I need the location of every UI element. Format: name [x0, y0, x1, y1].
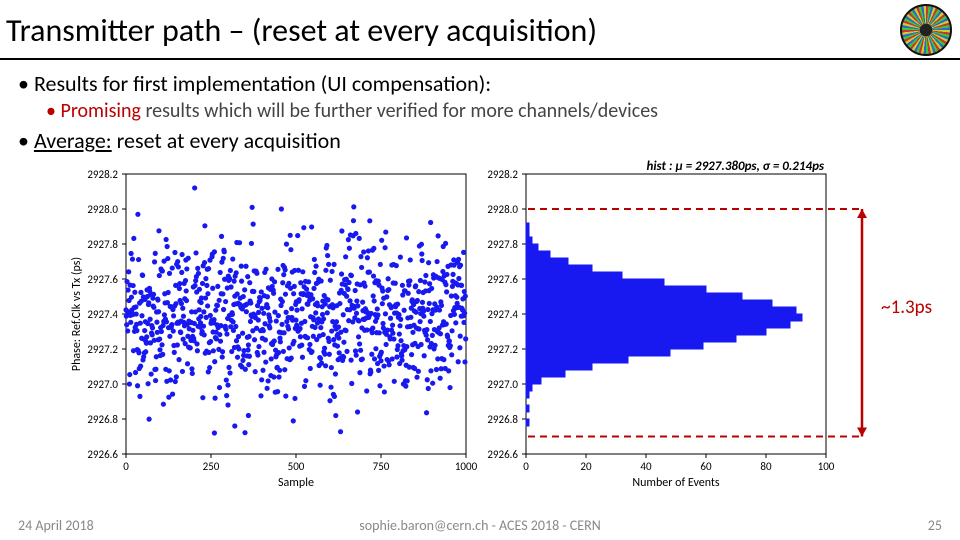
- svg-text:60: 60: [700, 460, 712, 473]
- svg-text:Phase: Ref.Clk vs Tx (ps): Phase: Ref.Clk vs Tx (ps): [70, 257, 84, 371]
- svg-text:2926.8: 2926.8: [87, 413, 118, 426]
- svg-text:2928.2: 2928.2: [87, 168, 118, 181]
- svg-text:2927.4: 2927.4: [87, 308, 118, 321]
- sub-bullet-promising: Promising results which will be further …: [46, 99, 942, 123]
- charts-svg: 2926.6 2926.8 2927.0 2927.2 2927.4 2927.6 2927…: [66, 156, 936, 491]
- bullet-results: Results for first implementation (UI com…: [18, 70, 942, 97]
- svg-text:2928.0: 2928.0: [87, 203, 118, 216]
- svg-text:40: 40: [640, 460, 652, 473]
- svg-text:2926.6: 2926.6: [87, 448, 118, 461]
- svg-text:80: 80: [760, 460, 772, 473]
- svg-text:250: 250: [203, 460, 220, 473]
- svg-text:hist : μ = 2927.380ps, σ = 0.2: hist : μ = 2927.380ps, σ = 0.214ps: [646, 159, 824, 174]
- svg-text:2927.0: 2927.0: [487, 378, 518, 391]
- svg-text:20: 20: [580, 460, 592, 473]
- svg-text:2926.8: 2926.8: [487, 413, 518, 426]
- svg-text:2927.6: 2927.6: [487, 273, 518, 286]
- underlined-word: Average:: [34, 127, 112, 154]
- svg-text:100: 100: [818, 460, 835, 473]
- bullet-average-rest: reset at every acquisition: [112, 127, 341, 154]
- svg-text:2927.6: 2927.6: [87, 273, 118, 286]
- highlight-word: Promising: [60, 99, 140, 123]
- bullet-average: Average: reset at every acquisition: [18, 127, 942, 154]
- span-annotation: ~1.3ps: [881, 296, 932, 319]
- svg-text:2928.2: 2928.2: [487, 168, 518, 181]
- svg-text:2927.8: 2927.8: [487, 238, 518, 251]
- svg-text:2927.0: 2927.0: [87, 378, 118, 391]
- svg-text:2928.0: 2928.0: [487, 203, 518, 216]
- svg-text:Number of Events: Number of Events: [632, 476, 720, 490]
- svg-text:0: 0: [123, 460, 129, 473]
- footer: 24 April 2018 sophie.baron@cern.ch - ACE…: [0, 517, 960, 534]
- svg-text:2926.6: 2926.6: [487, 448, 518, 461]
- footer-mid: sophie.baron@cern.ch - ACES 2018 - CERN: [359, 517, 601, 534]
- chart-area: 2926.6 2926.8 2927.0 2927.2 2927.4 2927.6 2927…: [66, 156, 936, 491]
- svg-text:0: 0: [523, 460, 529, 473]
- svg-text:2927.4: 2927.4: [487, 308, 518, 321]
- svg-text:750: 750: [373, 460, 390, 473]
- svg-text:2927.2: 2927.2: [487, 343, 518, 356]
- svg-text:500: 500: [288, 460, 305, 473]
- footer-date: 24 April 2018: [18, 517, 94, 534]
- svg-text:1000: 1000: [455, 460, 478, 473]
- slide-title: Transmitter path – (reset at every acqui…: [6, 11, 597, 50]
- svg-text:2927.8: 2927.8: [87, 238, 118, 251]
- svg-text:Sample: Sample: [278, 476, 314, 490]
- svg-text:2927.2: 2927.2: [87, 343, 118, 356]
- footer-page: 25: [928, 517, 942, 534]
- detector-logo: [900, 4, 952, 56]
- sub-bullet-rest: results which will be further verified f…: [141, 99, 658, 123]
